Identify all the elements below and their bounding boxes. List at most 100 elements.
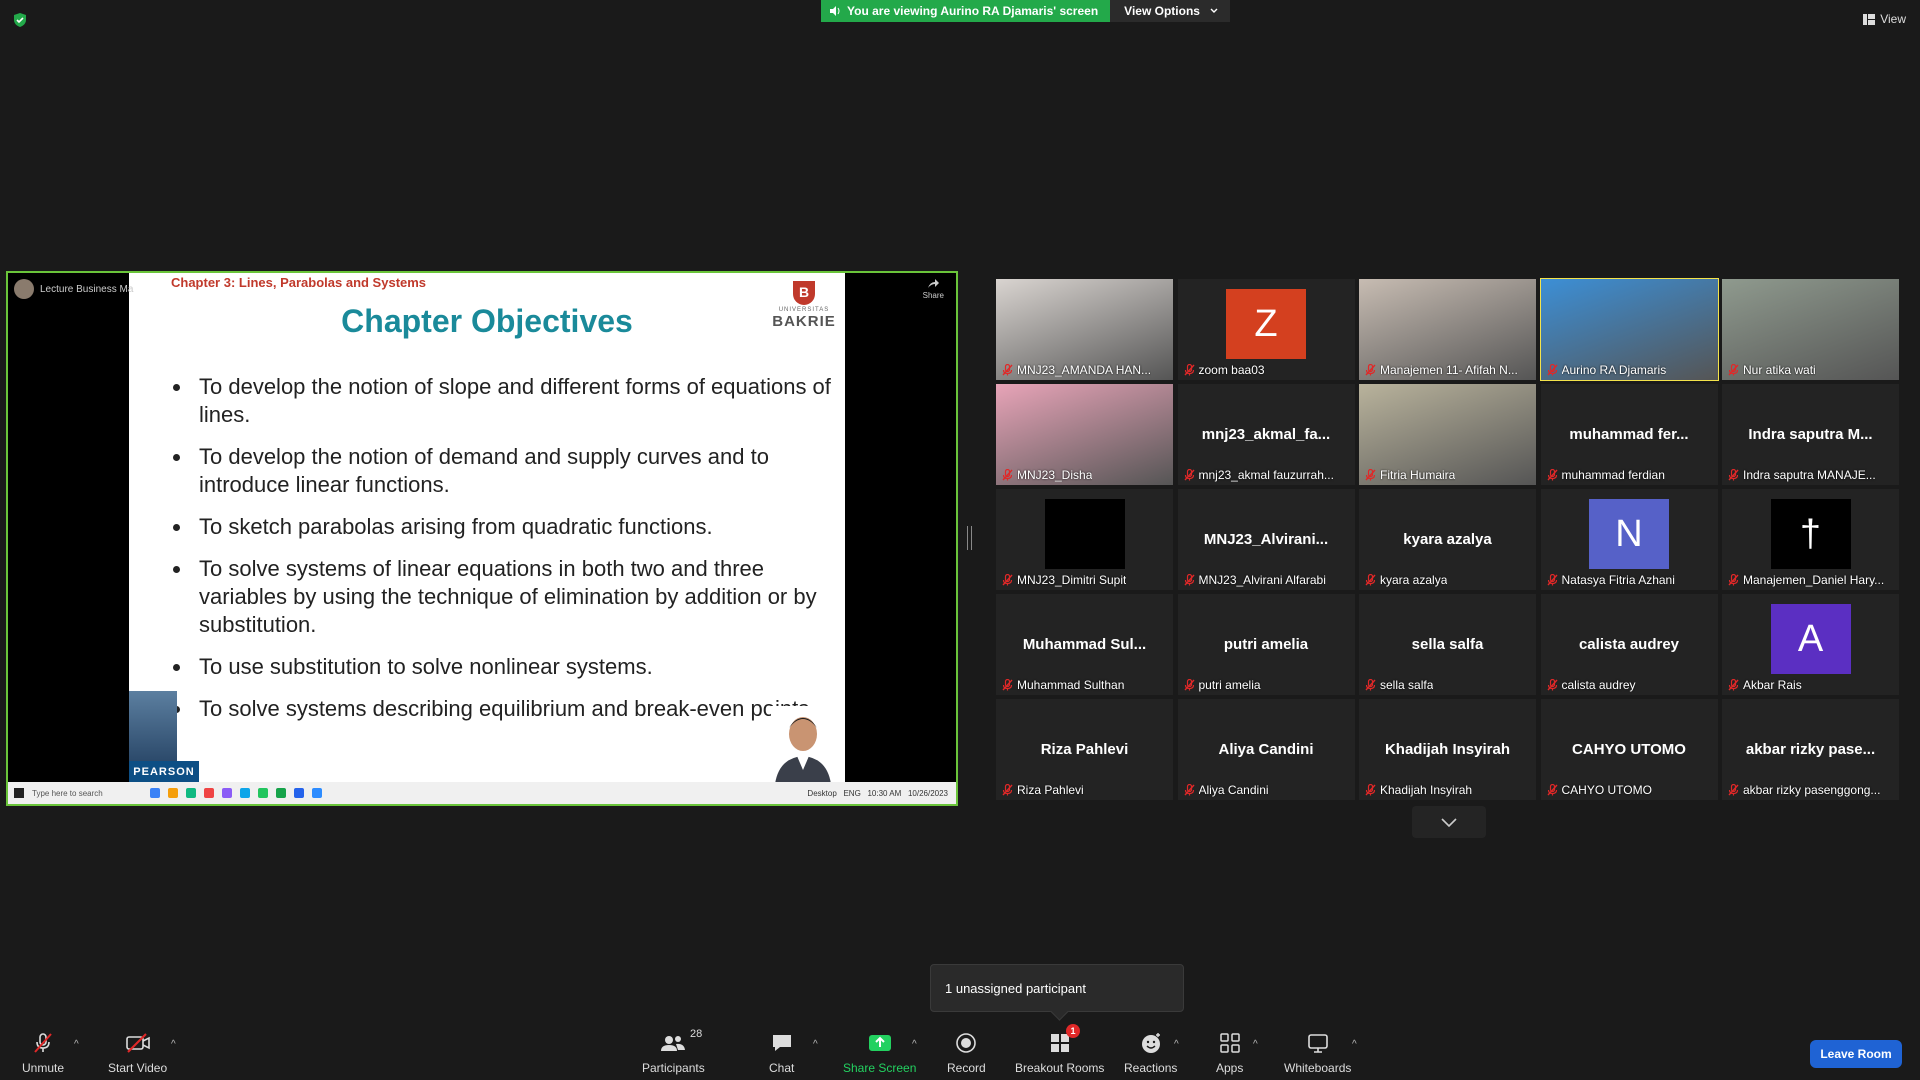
start-video-button[interactable]: Start Video — [108, 1031, 167, 1075]
unassigned-participant-popover[interactable]: 1 unassigned participant — [930, 964, 1184, 1012]
microphone-muted-icon — [1546, 784, 1558, 796]
participant-tile[interactable]: CAHYO UTOMO CAHYO UTOMO — [1540, 699, 1718, 800]
microphone-muted-icon — [1365, 574, 1376, 586]
share-screen-button[interactable]: Share Screen — [843, 1031, 916, 1075]
participant-tile[interactable]: calista audrey calista audrey — [1540, 594, 1718, 695]
record-button[interactable]: Record — [947, 1031, 986, 1075]
chat-options-caret[interactable]: ^ — [813, 1039, 818, 1050]
participant-tile[interactable]: MNJ23_AMANDA HAN... — [996, 279, 1173, 380]
video-options-caret[interactable]: ^ — [171, 1039, 176, 1050]
shared-screen[interactable]: Lecture Business Ma Share Chapter 3: Lin… — [6, 271, 958, 806]
chevron-down-icon — [1441, 817, 1457, 827]
tray-date: 10/26/2023 — [907, 788, 948, 798]
participant-tile[interactable]: Aurino RA Djamaris — [1539, 278, 1719, 381]
participant-name: Fitria Humaira — [1380, 468, 1456, 482]
participant-tile[interactable]: Nur atika wati — [1722, 279, 1899, 380]
participant-tile[interactable]: kyara azalya kyara azalya — [1359, 489, 1536, 590]
microphone-muted-icon — [1183, 784, 1195, 796]
participant-name-label: MNJ23_Disha — [1002, 468, 1169, 482]
chat-label: Chat — [769, 1061, 795, 1075]
participant-display-name: CAHYO UTOMO — [1572, 741, 1686, 758]
participant-display-name: Aliya Candini — [1218, 741, 1314, 758]
logo-name: BAKRIE — [772, 313, 836, 330]
participant-tile[interactable]: sella salfa sella salfa — [1359, 594, 1536, 695]
unmute-button[interactable]: Unmute — [22, 1031, 64, 1075]
apps-icon — [1219, 1033, 1240, 1053]
participant-name: MNJ23_Alvirani Alfarabi — [1198, 573, 1326, 587]
view-options-button[interactable]: View Options — [1110, 0, 1230, 22]
participant-tile[interactable]: putri amelia putri amelia — [1177, 594, 1355, 695]
folder-icon — [168, 788, 178, 798]
encryption-shield-icon[interactable] — [12, 12, 28, 28]
share-options-caret[interactable]: ^ — [912, 1039, 917, 1050]
participant-tile[interactable]: N Natasya Fitria Azhani — [1540, 489, 1718, 590]
participant-tile[interactable]: muhammad fer... muhammad ferdian — [1540, 384, 1718, 485]
participant-tile[interactable]: mnj23_akmal_fa... mnj23_akmal fauzurrah..… — [1177, 384, 1355, 485]
slide-chapter: Chapter 3: Lines, Parabolas and Systems — [171, 275, 427, 290]
participant-tile[interactable]: Aliya Candini Aliya Candini — [1177, 699, 1355, 800]
participant-tile[interactable]: Khadijah Insyirah Khadijah Insyirah — [1359, 699, 1536, 800]
breakout-rooms-button[interactable]: Breakout Rooms — [1015, 1031, 1104, 1075]
participant-tile[interactable]: MNJ23_Dimitri Supit — [996, 489, 1173, 590]
presenter-taskbar: Type here to search Desktop ENG 10:30 AM… — [8, 782, 956, 804]
inner-share-button: Share — [923, 279, 944, 300]
excel-icon — [276, 788, 286, 798]
participant-avatar: Z — [1226, 289, 1306, 359]
participant-name-label: MNJ23_Alvirani Alfarabi — [1183, 573, 1351, 587]
presenter-tag: Lecture Business Ma — [14, 279, 133, 299]
participant-name: sella salfa — [1380, 678, 1434, 692]
view-button[interactable]: View — [1863, 12, 1906, 26]
participant-name-label: Manajemen 11- Afifah N... — [1365, 363, 1532, 377]
participant-avatar: † — [1770, 499, 1851, 569]
splitter-handle[interactable] — [967, 526, 972, 550]
leave-room-button[interactable]: Leave Room — [1810, 1040, 1902, 1068]
chat-button[interactable]: Chat — [769, 1031, 794, 1075]
publisher-label: PEARSON — [129, 761, 199, 784]
participant-tile[interactable]: MNJ23_Disha — [996, 384, 1173, 485]
participant-tile[interactable]: Fitria Humaira — [1359, 384, 1536, 485]
participant-name-label: muhammad ferdian — [1546, 468, 1714, 482]
participant-tile[interactable]: akbar rizky pase... akbar rizky pasenggon… — [1722, 699, 1899, 800]
participant-tile[interactable]: MNJ23_Alvirani... MNJ23_Alvirani Alfarabi — [1177, 489, 1355, 590]
microphone-muted-icon — [1002, 784, 1013, 796]
whiteboards-options-caret[interactable]: ^ — [1352, 1039, 1357, 1050]
apps-label: Apps — [1216, 1061, 1244, 1075]
microphone-muted-icon — [1365, 679, 1376, 691]
participant-display-name: Riza Pahlevi — [1040, 741, 1129, 758]
participant-tile[interactable]: Muhammad Sul... Muhammad Sulthan — [996, 594, 1173, 695]
participant-name-label: Muhammad Sulthan — [1002, 678, 1169, 692]
participant-name-label: calista audrey — [1546, 678, 1714, 692]
textbook-cover-image — [129, 691, 177, 761]
apps-button[interactable]: Apps — [1216, 1031, 1243, 1075]
participant-name-label: putri amelia — [1183, 678, 1351, 692]
whiteboards-button[interactable]: Whiteboards — [1284, 1031, 1351, 1075]
reactions-options-caret[interactable]: ^ — [1174, 1039, 1179, 1050]
record-label: Record — [947, 1061, 986, 1075]
apps-options-caret[interactable]: ^ — [1253, 1039, 1258, 1050]
participant-tile[interactable]: Manajemen 11- Afifah N... — [1359, 279, 1536, 380]
microphone-muted-icon — [1365, 364, 1376, 376]
share-arrow-icon — [928, 279, 940, 288]
participant-tile[interactable]: A Akbar Rais — [1722, 594, 1899, 695]
word-icon — [294, 788, 304, 798]
audio-options-caret[interactable]: ^ — [74, 1039, 79, 1050]
zoom-icon — [312, 788, 322, 798]
participant-display-name: putri amelia — [1223, 636, 1309, 653]
microphone-muted-icon — [1002, 574, 1013, 586]
participant-tile[interactable]: Zzoom baa03 — [1177, 279, 1355, 380]
participant-name: Aurino RA Djamaris — [1561, 363, 1667, 377]
logo-badge-icon: B — [793, 281, 815, 305]
participant-name-label: sella salfa — [1365, 678, 1532, 692]
participant-name-label: Manajemen_Daniel Hary... — [1728, 573, 1895, 587]
participant-tile[interactable]: † Manajemen_Daniel Hary... — [1722, 489, 1899, 590]
speaker-icon — [830, 6, 840, 16]
participant-name-label: Natasya Fitria Azhani — [1546, 573, 1714, 587]
reactions-button[interactable]: Reactions — [1124, 1031, 1177, 1075]
microphone-muted-icon — [34, 1033, 52, 1053]
participant-tile[interactable]: Indra saputra M... Indra saputra MANAJE..… — [1722, 384, 1899, 485]
gallery-next-page-button[interactable] — [1412, 806, 1486, 838]
presentation-slide: Chapter 3: Lines, Parabolas and Systems … — [129, 273, 845, 784]
microphone-muted-icon — [1546, 679, 1558, 691]
participant-tile[interactable]: Riza Pahlevi Riza Pahlevi — [996, 699, 1173, 800]
participant-name: Natasya Fitria Azhani — [1561, 573, 1675, 587]
